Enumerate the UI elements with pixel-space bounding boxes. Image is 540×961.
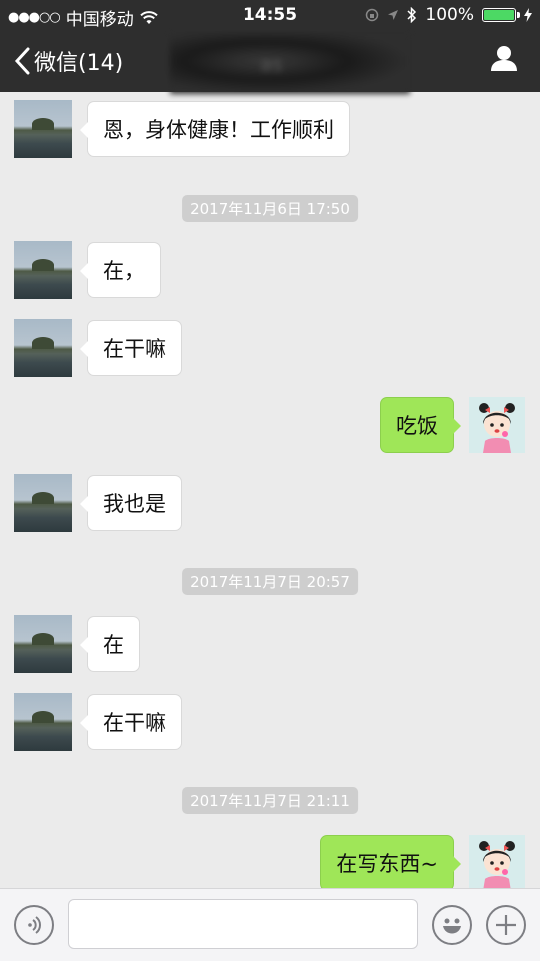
lock-rotation-icon bbox=[366, 8, 379, 22]
voice-button[interactable] bbox=[14, 905, 54, 945]
received-message[interactable]: 恩，身体健康！工作顺利 bbox=[80, 101, 350, 157]
battery-icon bbox=[482, 8, 520, 22]
contact-avatar[interactable] bbox=[14, 100, 72, 158]
back-button[interactable]: 微信(14) bbox=[14, 45, 123, 77]
received-message[interactable]: 在干嘛 bbox=[80, 694, 182, 750]
timestamp-badge: 2017年11月7日 20:57 bbox=[182, 568, 358, 595]
battery-percent: 100% bbox=[425, 5, 474, 25]
girl-avatar-icon bbox=[469, 397, 525, 453]
girl-avatar-icon bbox=[469, 835, 525, 888]
received-message[interactable]: 我也是 bbox=[80, 475, 182, 531]
received-message[interactable]: 在 bbox=[80, 616, 140, 672]
contact-avatar[interactable] bbox=[14, 615, 72, 673]
chevron-left-icon bbox=[14, 47, 30, 75]
received-message[interactable]: 在干嘛 bbox=[80, 320, 182, 376]
chat-info-button[interactable] bbox=[490, 44, 518, 76]
plus-icon bbox=[496, 915, 516, 935]
person-icon bbox=[491, 46, 517, 71]
emoji-button[interactable] bbox=[432, 905, 472, 945]
message-input[interactable] bbox=[68, 899, 418, 949]
chat-area[interactable]: 恩，身体健康！工作顺利 2017年11月6日 17:50 在， 在干嘛 吃饭 我… bbox=[0, 92, 540, 888]
status-bar: ●●●○○ 中国移动 14:55 100% bbox=[0, 0, 540, 30]
sent-message[interactable]: 在写东西~ bbox=[320, 835, 461, 888]
obscured-chat-title: as bbox=[170, 34, 410, 94]
contact-avatar[interactable] bbox=[14, 319, 72, 377]
contact-avatar[interactable] bbox=[14, 241, 72, 299]
charging-icon bbox=[524, 8, 532, 22]
nav-bar: 微信(14) as bbox=[0, 30, 540, 94]
input-bar bbox=[0, 888, 540, 961]
location-icon bbox=[388, 10, 399, 20]
contact-avatar[interactable] bbox=[14, 693, 72, 751]
user-avatar[interactable] bbox=[469, 835, 525, 888]
user-avatar[interactable] bbox=[469, 397, 525, 453]
voice-icon bbox=[28, 916, 41, 934]
timestamp-badge: 2017年11月6日 17:50 bbox=[182, 195, 358, 222]
received-message[interactable]: 在， bbox=[80, 242, 161, 298]
back-label: 微信(14) bbox=[34, 51, 124, 76]
more-button[interactable] bbox=[486, 905, 526, 945]
contact-avatar[interactable] bbox=[14, 474, 72, 532]
timestamp-badge: 2017年11月7日 21:11 bbox=[182, 787, 358, 814]
bluetooth-icon bbox=[407, 7, 417, 23]
sent-message[interactable]: 吃饭 bbox=[380, 397, 461, 453]
emoji-icon bbox=[443, 918, 461, 934]
